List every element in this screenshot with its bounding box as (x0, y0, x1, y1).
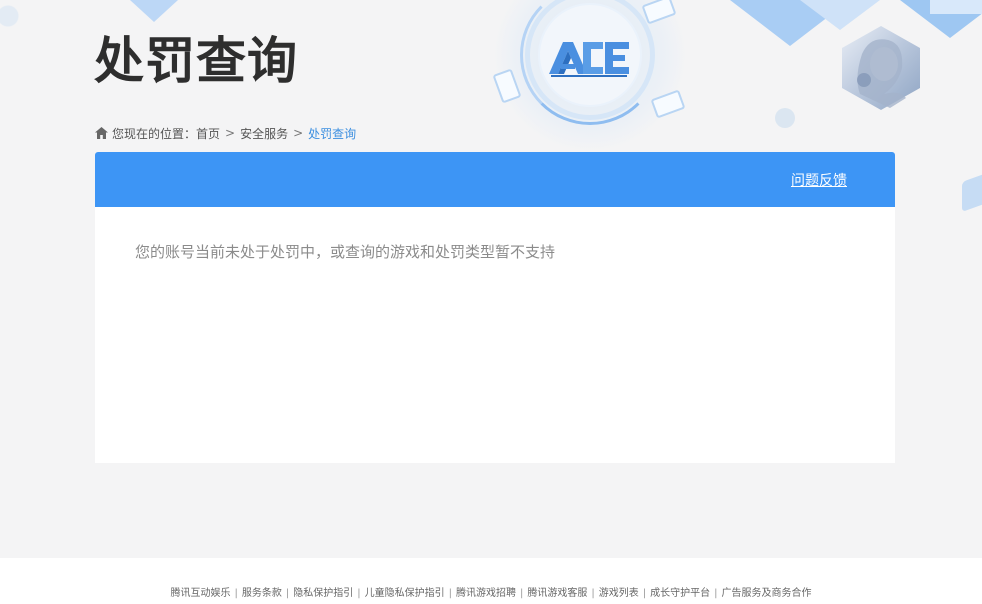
decor-dot (775, 108, 795, 128)
decor-triangle (130, 0, 178, 22)
ace-logo-icon (549, 42, 629, 77)
page-title: 处罚查询 (94, 32, 298, 90)
footer-link-child-privacy[interactable]: 儿童隐私保护指引 (365, 588, 445, 599)
decor-triangle (800, 0, 880, 30)
footer: 腾讯互动娱乐 | 服务条款 | 隐私保护指引 | 儿童隐私保护指引 | 腾讯游戏招聘 | 腾讯游戏客… (0, 558, 982, 604)
footer-link-game-list[interactable]: 游戏列表 (599, 588, 639, 599)
emblem-glow (495, 0, 685, 150)
breadcrumb-prefix: 您现在的位置： (112, 126, 197, 141)
decor-triangle (900, 0, 982, 38)
result-card: 问题反馈 您的账号当前未处于处罚中，或查询的游戏和处罚类型暂不支持 (95, 152, 895, 463)
breadcrumb-home-link[interactable]: 首页 (196, 125, 220, 142)
decor-strip (930, 0, 982, 14)
game-card-icon (641, 0, 677, 25)
result-message: 您的账号当前未处于处罚中，或查询的游戏和处罚类型暂不支持 (135, 243, 556, 261)
decor-bubble (0, 0, 40, 40)
page: 处罚查询 您现在的位置： 首页 > 安全服务 > 处罚查询 问题反馈 您的账号当… (0, 0, 982, 604)
footer-separator: | (357, 588, 361, 599)
footer-link-support[interactable]: 腾讯游戏客服 (527, 588, 587, 599)
home-icon (95, 127, 108, 139)
footer-link-jobs[interactable]: 腾讯游戏招聘 (456, 588, 516, 599)
emblem-ring-inner (538, 3, 642, 107)
footer-separator: | (591, 588, 595, 599)
footer-link-terms[interactable]: 服务条款 (242, 588, 282, 599)
decor-triangle (730, 0, 850, 46)
emblem-arc (520, 0, 660, 125)
feedback-link[interactable]: 问题反馈 (791, 170, 847, 190)
footer-separator: | (285, 588, 290, 599)
footer-separator: | (448, 588, 452, 599)
footer-separator: | (520, 588, 524, 599)
character-avatar (842, 26, 920, 110)
footer-separator: | (234, 588, 238, 599)
breadcrumb-security-link[interactable]: 安全服务 (240, 125, 288, 142)
breadcrumb: 您现在的位置： 首页 > 安全服务 > 处罚查询 (95, 124, 356, 142)
emblem-ring (525, 0, 655, 120)
game-card-icon (492, 68, 522, 104)
breadcrumb-separator: > (225, 126, 236, 140)
breadcrumb-current: 处罚查询 (308, 126, 357, 141)
footer-link-privacy[interactable]: 隐私保护指引 (293, 588, 353, 599)
footer-separator: | (642, 588, 647, 599)
decor-shard (962, 173, 982, 213)
footer-link-growth-guard[interactable]: 成长守护平台 (650, 588, 710, 599)
game-card-icon (650, 89, 686, 119)
footer-separator: | (714, 588, 718, 599)
breadcrumb-separator: > (293, 126, 304, 140)
card-header: 问题反馈 (95, 152, 895, 207)
footer-links: 腾讯互动娱乐 | 服务条款 | 隐私保护指引 | 儿童隐私保护指引 | 腾讯游戏招聘 | 腾讯游戏客… (0, 584, 982, 599)
footer-link-ads[interactable]: 广告服务及商务合作 (722, 588, 812, 599)
footer-link-tencent-ent[interactable]: 腾讯互动娱乐 (171, 588, 231, 599)
